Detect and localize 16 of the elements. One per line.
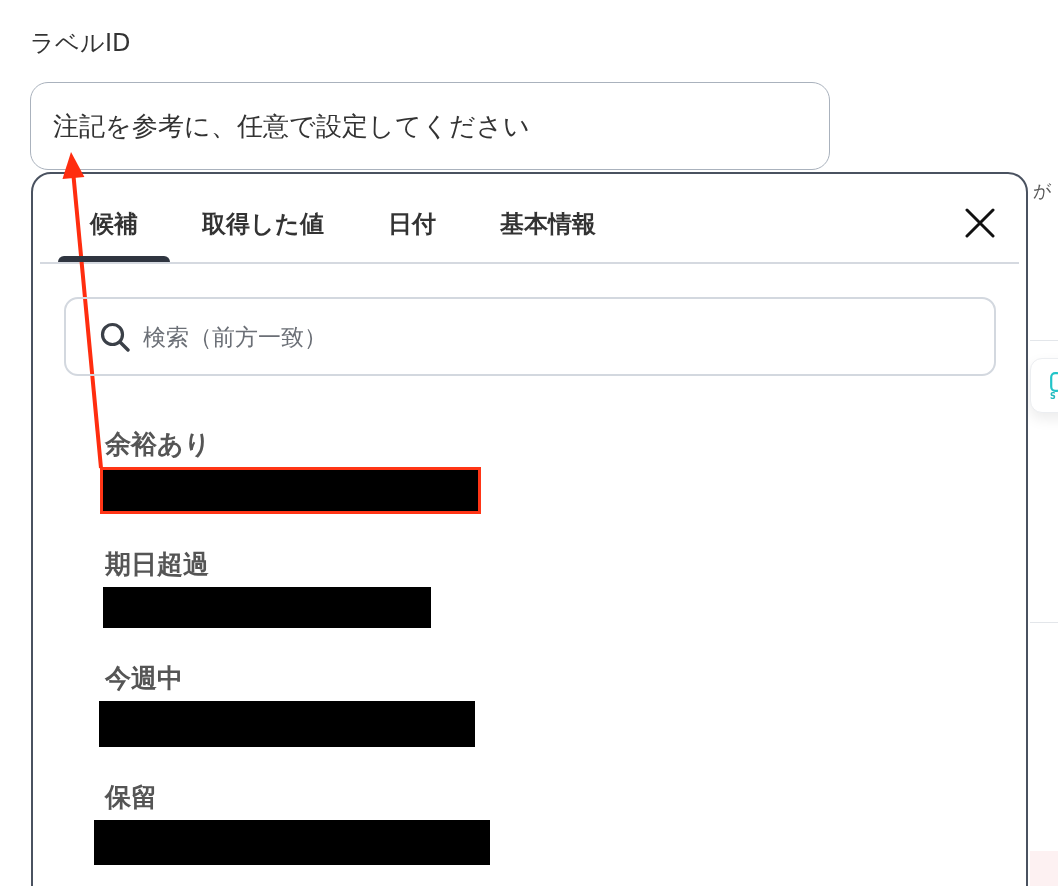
app-logo-icon — [1050, 371, 1058, 392]
close-icon[interactable] — [965, 208, 995, 238]
option-label[interactable]: 保留 — [105, 782, 157, 812]
input-field[interactable]: 注記を参考に、任意で設定してください — [30, 82, 830, 170]
tab[interactable]: 取得した値 — [170, 174, 356, 262]
option-label[interactable]: 今週中 — [105, 663, 183, 693]
option-label[interactable]: 期日超過 — [105, 549, 209, 579]
tab[interactable]: 候補 — [58, 174, 170, 262]
background-text: が — [1033, 179, 1051, 203]
field-label: ラベルID — [30, 28, 131, 59]
tab[interactable]: 基本情報 — [468, 174, 628, 262]
card-text: S — [1050, 391, 1056, 402]
search-icon — [100, 322, 130, 352]
search-field[interactable]: 検索（前方一致） — [64, 297, 996, 376]
tab[interactable]: 日付 — [356, 174, 468, 262]
option-label[interactable]: 余裕あり — [105, 429, 211, 459]
